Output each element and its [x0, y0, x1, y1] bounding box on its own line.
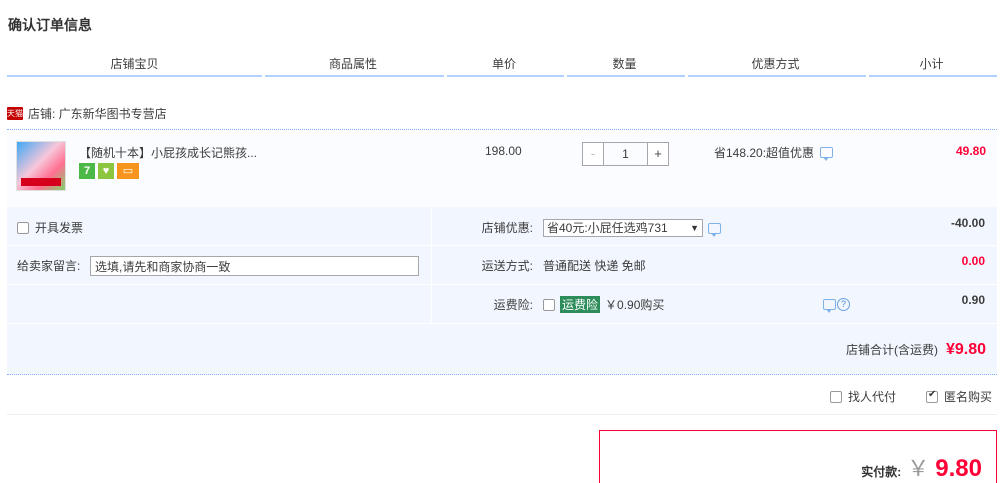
comment-icon[interactable] — [823, 299, 836, 313]
note-shipping-row: 给卖家留言: 运送方式: 普通配送 快递 免邮 0.00 — [7, 245, 997, 283]
table-header: 店铺宝贝 商品属性 单价 数量 优惠方式 小计 — [7, 52, 997, 77]
quantity-decrease-button[interactable]: - — [583, 143, 603, 165]
insurance-help: ? — [823, 298, 850, 313]
insurance-label: 运费险: — [493, 298, 533, 312]
page-title: 确认订单信息 — [8, 17, 92, 33]
item-subtotal: 49.80 — [955, 144, 986, 158]
pay-by-other-label: 找人代付 — [847, 390, 896, 404]
payment-currency: ￥ — [907, 456, 930, 481]
item-discount-text: 省148.20:超值优惠 — [714, 146, 815, 160]
column-header-discount: 优惠方式 — [685, 52, 866, 77]
column-header-quantity: 数量 — [564, 52, 685, 77]
column-header-attributes: 商品属性 — [262, 52, 444, 77]
row-divider — [7, 323, 997, 324]
invoice-discount-row: 开具发票 店铺优惠: 省40元:小屁任选鸡731 -40.00 — [7, 207, 997, 245]
payment-amount: 9.80 — [935, 455, 982, 482]
insurance-row: 运费险: 运费险 ￥0.90购买 ? 0.90 — [7, 284, 997, 322]
seller-note-label: 给卖家留言: — [17, 259, 81, 273]
pay-by-other-option[interactable]: 找人代付 — [829, 388, 896, 405]
shop-discount-control: 省40元:小屁任选鸡731 — [543, 219, 721, 237]
insurance-tag: 运费险 — [560, 296, 601, 313]
tmall-icon: 天猫 — [7, 106, 23, 120]
shop-discount-label: 店铺优惠: — [481, 221, 533, 235]
insurance-amount: 0.90 — [961, 293, 985, 307]
shop-total-label: 店铺合计(含运费) — [845, 343, 938, 357]
shop-name[interactable]: 店铺: 广东新华图书专营店 — [28, 105, 167, 122]
payment-total: 实付款: ￥ 9.80 — [861, 451, 982, 483]
anonymous-purchase-label: 匿名购买 — [943, 390, 992, 404]
guarantee-icon[interactable]: ♥ — [98, 163, 114, 179]
shipping-label: 运送方式: — [481, 259, 533, 273]
shop-total-amount: ¥9.80 — [945, 341, 986, 358]
anonymous-purchase-option[interactable]: 匿名购买 — [925, 388, 992, 405]
shop-total: 店铺合计(含运费) ¥9.80 — [846, 341, 986, 359]
service-badges: 7 ♥ ▭ — [79, 163, 139, 179]
quantity-increase-button[interactable]: + — [648, 143, 668, 165]
quantity-input[interactable]: 1 — [603, 143, 648, 165]
unit-price: 198.00 — [485, 144, 522, 158]
divider — [7, 414, 997, 415]
anonymous-purchase-checkbox[interactable] — [925, 389, 938, 403]
payment-summary: 实付款: ￥ 9.80 — [599, 430, 997, 483]
seller-note-input[interactable] — [90, 256, 419, 276]
shipping-amount: 0.00 — [961, 254, 985, 268]
column-header-unit-price: 单价 — [444, 52, 564, 77]
credit-card-icon[interactable]: ▭ — [117, 163, 139, 179]
pay-by-other-checkbox[interactable] — [829, 390, 842, 403]
invoice-label: 开具发票 — [35, 221, 84, 235]
insurance-option[interactable]: 运费险 ￥0.90购买 — [543, 296, 664, 313]
comment-icon[interactable] — [708, 222, 721, 237]
comment-icon[interactable] — [820, 147, 834, 161]
invoice-option[interactable]: 开具发票 — [17, 219, 83, 236]
extra-options: 找人代付 匿名购买 — [829, 388, 992, 405]
column-header-subtotal: 小计 — [866, 52, 997, 77]
shipping-method: 普通配送 快递 免邮 — [543, 259, 646, 273]
question-icon[interactable]: ? — [837, 298, 850, 311]
invoice-checkbox[interactable] — [17, 221, 29, 234]
product-title[interactable]: 【随机十本】小屁孩成长记熊孩... — [79, 144, 269, 161]
payment-label: 实付款: — [861, 465, 902, 479]
order-item-row: 【随机十本】小屁孩成长记熊孩... 7 ♥ ▭ 198.00 - 1 + 省14… — [7, 129, 997, 207]
product-thumbnail[interactable] — [16, 141, 66, 191]
insurance-price: ￥0.90购买 — [605, 298, 665, 312]
item-discount: 省148.20:超值优惠 — [714, 144, 834, 161]
column-header-shop-item: 店铺宝贝 — [110, 57, 159, 71]
seven-day-return-icon[interactable]: 7 — [79, 163, 95, 179]
shop-discount-amount: -40.00 — [950, 216, 985, 230]
shop-row: 天猫 店铺: 广东新华图书专营店 — [7, 104, 167, 122]
quantity-stepper: - 1 + — [582, 142, 669, 166]
order-options: 开具发票 店铺优惠: 省40元:小屁任选鸡731 -40.00 给卖家留言: 运… — [7, 207, 997, 375]
shop-discount-select[interactable]: 省40元:小屁任选鸡731 — [543, 219, 703, 237]
insurance-checkbox[interactable] — [543, 298, 555, 311]
